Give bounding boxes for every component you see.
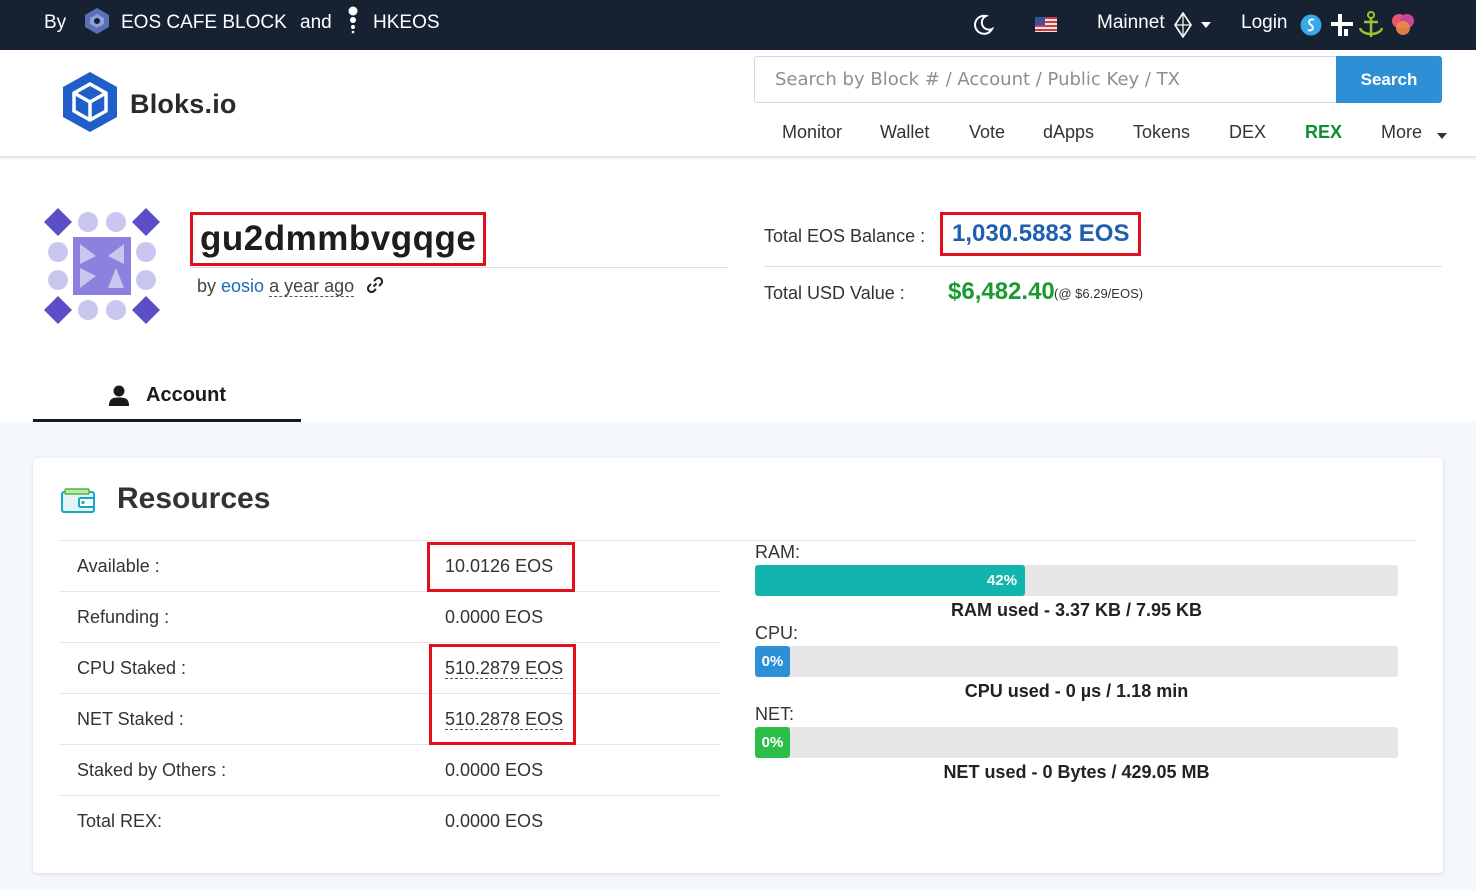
wallet-card-icon <box>61 488 97 519</box>
nav-wallet[interactable]: Wallet <box>880 122 929 143</box>
user-icon <box>109 385 129 406</box>
nav-more-label: More <box>1381 122 1423 142</box>
resource-row-staked-by-others: Staked by Others : 0.0000 EOS <box>59 745 720 796</box>
and-label: and <box>300 12 332 33</box>
partner-hkeos-link[interactable]: HKEOS <box>373 0 440 50</box>
account-identicon <box>42 206 162 326</box>
ram-meter: 42% <box>755 565 1398 596</box>
bloks-cube-logo-icon <box>60 70 120 139</box>
nav-more[interactable]: More <box>1381 122 1448 144</box>
row-label: Staked by Others : <box>77 760 227 780</box>
cpu-label: CPU: <box>755 623 799 643</box>
search-bar: Search <box>754 56 1442 103</box>
cpu-usage-caption: CPU used - 0 µs / 1.18 min <box>964 681 1189 701</box>
highlight-staked <box>429 644 576 745</box>
nav-tokens[interactable]: Tokens <box>1133 122 1190 143</box>
nav-dex[interactable]: DEX <box>1229 122 1266 143</box>
resources-title: Resources <box>117 482 271 515</box>
hkeos-logo-icon <box>346 5 360 55</box>
nav-monitor[interactable]: Monitor <box>782 122 842 143</box>
logo-text: Bloks.io <box>130 88 237 119</box>
net-meter-fill: 0% <box>755 727 790 758</box>
row-label: Available : <box>77 556 160 576</box>
network-selector[interactable]: Mainnet <box>1097 0 1165 50</box>
tab-account-label: Account <box>146 384 226 406</box>
divider <box>190 267 728 268</box>
site-header: Bloks.io Search Monitor Wallet Vote dApp… <box>0 50 1476 158</box>
ram-meter-fill: 42% <box>755 565 1026 596</box>
eos-cafe-logo-icon <box>82 6 112 56</box>
ram-usage-caption: RAM used - 3.37 KB / 7.95 KB <box>950 600 1203 620</box>
search-button[interactable]: Search <box>1336 56 1442 103</box>
partner-eos-cafe-link[interactable]: EOS CAFE BLOCK <box>121 0 287 50</box>
account-name: gu2dmmbvgqge <box>190 212 487 266</box>
net-meter: 0% <box>755 727 1398 758</box>
row-label: CPU Staked : <box>77 658 187 678</box>
cpu-meter: 0% <box>755 646 1398 677</box>
link-icon[interactable] <box>367 276 384 298</box>
nav-dapps[interactable]: dApps <box>1043 122 1094 143</box>
total-balance-value: 1,030.5883 EOS <box>940 212 1142 256</box>
by-label: by <box>197 276 217 296</box>
net-usage-caption: NET used - 0 Bytes / 429.05 MB <box>943 762 1210 782</box>
top-bar: By EOS CAFE BLOCK and HKEOS Mainnet Logi… <box>0 0 1476 50</box>
resource-row-total-rex: Total REX: 0.0000 EOS <box>59 796 720 847</box>
total-usd-label: Total USD Value : <box>764 283 905 303</box>
row-label: Total REX: <box>77 811 163 831</box>
tab-account[interactable]: Account <box>33 372 301 422</box>
row-label: Refunding : <box>77 607 170 627</box>
total-balance-label: Total EOS Balance : <box>764 226 926 246</box>
nav-vote[interactable]: Vote <box>969 122 1005 143</box>
row-value: 0.0000 EOS <box>445 607 544 627</box>
site-logo[interactable]: Bloks.io <box>60 70 237 139</box>
total-usd-value: $6,482.40 <box>948 278 1055 305</box>
eos-price-rate: (@ $6.29/EOS) <box>1054 286 1144 301</box>
row-label: NET Staked : <box>77 709 184 729</box>
row-value: 0.0000 EOS <box>445 760 544 780</box>
resource-row-refunding: Refunding : 0.0000 EOS <box>59 592 720 643</box>
resource-row-net-staked: NET Staked : 510.2878 EOS <box>59 694 720 745</box>
created-time[interactable]: a year ago <box>269 276 355 297</box>
ram-label: RAM: <box>755 542 800 562</box>
creator-link[interactable]: eosio <box>221 276 264 296</box>
net-label: NET: <box>755 704 795 724</box>
row-value: 0.0000 EOS <box>445 811 544 831</box>
chevron-down-icon <box>1437 123 1448 144</box>
divider <box>764 266 1442 267</box>
nav-rex[interactable]: REX <box>1305 122 1342 143</box>
highlight-available <box>427 542 575 592</box>
by-label: By <box>44 12 67 33</box>
cpu-meter-fill: 0% <box>755 646 790 677</box>
account-created-info: by eosio a year ago <box>197 276 384 298</box>
resources-card: Resources Available : 10.0126 EOS Refund… <box>33 458 1443 873</box>
login-button[interactable]: Login <box>1241 0 1288 50</box>
search-input[interactable] <box>754 56 1338 103</box>
resource-row-cpu-staked: CPU Staked : 510.2879 EOS <box>59 643 720 694</box>
resource-row-available: Available : 10.0126 EOS <box>59 541 720 592</box>
